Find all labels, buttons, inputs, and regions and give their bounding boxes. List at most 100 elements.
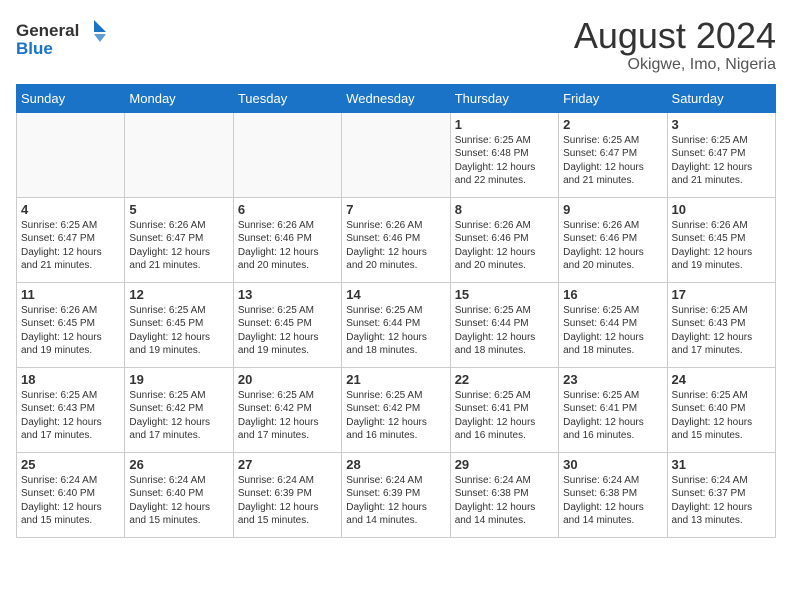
day-info: Sunrise: 6:25 AM Sunset: 6:45 PM Dayligh… [238,304,337,358]
day-number: 10 [672,202,771,217]
day-number: 25 [21,457,120,472]
day-number: 7 [346,202,445,217]
day-number: 18 [21,372,120,387]
day-number: 30 [563,457,662,472]
day-number: 14 [346,287,445,302]
day-number: 2 [563,117,662,132]
day-info: Sunrise: 6:25 AM Sunset: 6:47 PM Dayligh… [563,134,662,188]
calendar-cell: 16 Sunrise: 6:25 AM Sunset: 6:44 PM Dayli… [559,282,667,367]
day-info: Sunrise: 6:25 AM Sunset: 6:43 PM Dayligh… [672,304,771,358]
day-info: Sunrise: 6:25 AM Sunset: 6:41 PM Dayligh… [563,389,662,443]
calendar-cell: 20 Sunrise: 6:25 AM Sunset: 6:42 PM Dayli… [233,367,341,452]
page-header: General Blue August 2024 Okigwe, Imo, Ni… [16,16,776,74]
calendar-cell: 30 Sunrise: 6:24 AM Sunset: 6:38 PM Dayli… [559,452,667,537]
month-year-title: August 2024 [574,16,776,56]
calendar-cell: 23 Sunrise: 6:25 AM Sunset: 6:41 PM Dayli… [559,367,667,452]
calendar-week-row: 1Sunrise: 6:25 AM Sunset: 6:48 PM Daylig… [17,112,776,197]
day-number: 29 [455,457,554,472]
calendar-cell: 12 Sunrise: 6:25 AM Sunset: 6:45 PM Dayli… [125,282,233,367]
calendar-cell: 27 Sunrise: 6:24 AM Sunset: 6:39 PM Dayli… [233,452,341,537]
calendar-cell: 17 Sunrise: 6:25 AM Sunset: 6:43 PM Dayli… [667,282,775,367]
calendar-cell: 5Sunrise: 6:26 AM Sunset: 6:47 PM Daylig… [125,197,233,282]
calendar-cell: 26 Sunrise: 6:24 AM Sunset: 6:40 PM Dayli… [125,452,233,537]
day-info: Sunrise: 6:25 AM Sunset: 6:44 PM Dayligh… [563,304,662,358]
day-number: 21 [346,372,445,387]
calendar-week-row: 25 Sunrise: 6:24 AM Sunset: 6:40 PM Dayli… [17,452,776,537]
calendar-cell: 8 Sunrise: 6:26 AM Sunset: 6:46 PM Daylig… [450,197,558,282]
day-number: 16 [563,287,662,302]
day-number: 8 [455,202,554,217]
weekday-header: Sunday [17,84,125,112]
day-info: Sunrise: 6:24 AM Sunset: 6:37 PM Dayligh… [672,474,771,528]
calendar-cell: 6 Sunrise: 6:26 AM Sunset: 6:46 PM Daylig… [233,197,341,282]
calendar-header: SundayMondayTuesdayWednesdayThursdayFrid… [17,84,776,112]
calendar-cell [342,112,450,197]
day-number: 15 [455,287,554,302]
day-number: 4 [21,202,120,217]
day-info: Sunrise: 6:26 AM Sunset: 6:46 PM Dayligh… [346,219,445,273]
day-info: Sunrise: 6:24 AM Sunset: 6:39 PM Dayligh… [238,474,337,528]
title-block: August 2024 Okigwe, Imo, Nigeria [574,16,776,74]
day-number: 6 [238,202,337,217]
weekday-header: Friday [559,84,667,112]
day-info: Sunrise: 6:26 AM Sunset: 6:46 PM Dayligh… [563,219,662,273]
day-info: Sunrise: 6:24 AM Sunset: 6:40 PM Dayligh… [21,474,120,528]
calendar-cell: 13 Sunrise: 6:25 AM Sunset: 6:45 PM Dayli… [233,282,341,367]
calendar-cell [125,112,233,197]
day-number: 9 [563,202,662,217]
day-info: Sunrise: 6:25 AM Sunset: 6:42 PM Dayligh… [346,389,445,443]
day-number: 3 [672,117,771,132]
calendar-cell: 2 Sunrise: 6:25 AM Sunset: 6:47 PM Daylig… [559,112,667,197]
calendar-cell: 4 Sunrise: 6:25 AM Sunset: 6:47 PM Daylig… [17,197,125,282]
weekday-header: Thursday [450,84,558,112]
day-number: 26 [129,457,228,472]
calendar-cell: 28 Sunrise: 6:24 AM Sunset: 6:39 PM Dayli… [342,452,450,537]
calendar-cell [233,112,341,197]
calendar-cell: 10 Sunrise: 6:26 AM Sunset: 6:45 PM Dayli… [667,197,775,282]
calendar-cell: 31 Sunrise: 6:24 AM Sunset: 6:37 PM Dayli… [667,452,775,537]
day-info: Sunrise: 6:25 AM Sunset: 6:40 PM Dayligh… [672,389,771,443]
calendar-cell: 11Sunrise: 6:26 AM Sunset: 6:45 PM Dayli… [17,282,125,367]
logo-svg: General Blue [16,16,106,60]
day-info: Sunrise: 6:25 AM Sunset: 6:42 PM Dayligh… [238,389,337,443]
day-number: 24 [672,372,771,387]
day-info: Sunrise: 6:25 AM Sunset: 6:42 PM Dayligh… [129,389,228,443]
calendar-table: SundayMondayTuesdayWednesdayThursdayFrid… [16,84,776,538]
day-info: Sunrise: 6:25 AM Sunset: 6:44 PM Dayligh… [455,304,554,358]
calendar-cell: 3 Sunrise: 6:25 AM Sunset: 6:47 PM Daylig… [667,112,775,197]
calendar-cell: 18 Sunrise: 6:25 AM Sunset: 6:43 PM Dayli… [17,367,125,452]
day-number: 28 [346,457,445,472]
day-number: 22 [455,372,554,387]
day-number: 27 [238,457,337,472]
day-number: 17 [672,287,771,302]
day-info: Sunrise: 6:25 AM Sunset: 6:41 PM Dayligh… [455,389,554,443]
day-number: 20 [238,372,337,387]
day-info: Sunrise: 6:26 AM Sunset: 6:46 PM Dayligh… [238,219,337,273]
day-info: Sunrise: 6:24 AM Sunset: 6:39 PM Dayligh… [346,474,445,528]
day-info: Sunrise: 6:25 AM Sunset: 6:45 PM Dayligh… [129,304,228,358]
calendar-cell: 25 Sunrise: 6:24 AM Sunset: 6:40 PM Dayli… [17,452,125,537]
day-info: Sunrise: 6:25 AM Sunset: 6:47 PM Dayligh… [672,134,771,188]
svg-text:Blue: Blue [16,39,53,58]
calendar-cell: 22 Sunrise: 6:25 AM Sunset: 6:41 PM Dayli… [450,367,558,452]
logo: General Blue [16,16,106,60]
day-number: 13 [238,287,337,302]
day-info: Sunrise: 6:25 AM Sunset: 6:47 PM Dayligh… [21,219,120,273]
weekday-header: Saturday [667,84,775,112]
day-info: Sunrise: 6:24 AM Sunset: 6:40 PM Dayligh… [129,474,228,528]
day-info: Sunrise: 6:25 AM Sunset: 6:48 PM Dayligh… [455,134,554,188]
day-info: Sunrise: 6:25 AM Sunset: 6:43 PM Dayligh… [21,389,120,443]
day-info: Sunrise: 6:26 AM Sunset: 6:45 PM Dayligh… [672,219,771,273]
day-number: 5 [129,202,228,217]
calendar-cell: 24 Sunrise: 6:25 AM Sunset: 6:40 PM Dayli… [667,367,775,452]
day-info: Sunrise: 6:24 AM Sunset: 6:38 PM Dayligh… [563,474,662,528]
day-info: Sunrise: 6:26 AM Sunset: 6:46 PM Dayligh… [455,219,554,273]
day-number: 19 [129,372,228,387]
day-info: Sunrise: 6:26 AM Sunset: 6:45 PM Dayligh… [21,304,120,358]
day-number: 12 [129,287,228,302]
day-number: 23 [563,372,662,387]
calendar-cell: 15 Sunrise: 6:25 AM Sunset: 6:44 PM Dayli… [450,282,558,367]
svg-text:General: General [16,21,79,40]
day-number: 31 [672,457,771,472]
calendar-week-row: 18 Sunrise: 6:25 AM Sunset: 6:43 PM Dayli… [17,367,776,452]
